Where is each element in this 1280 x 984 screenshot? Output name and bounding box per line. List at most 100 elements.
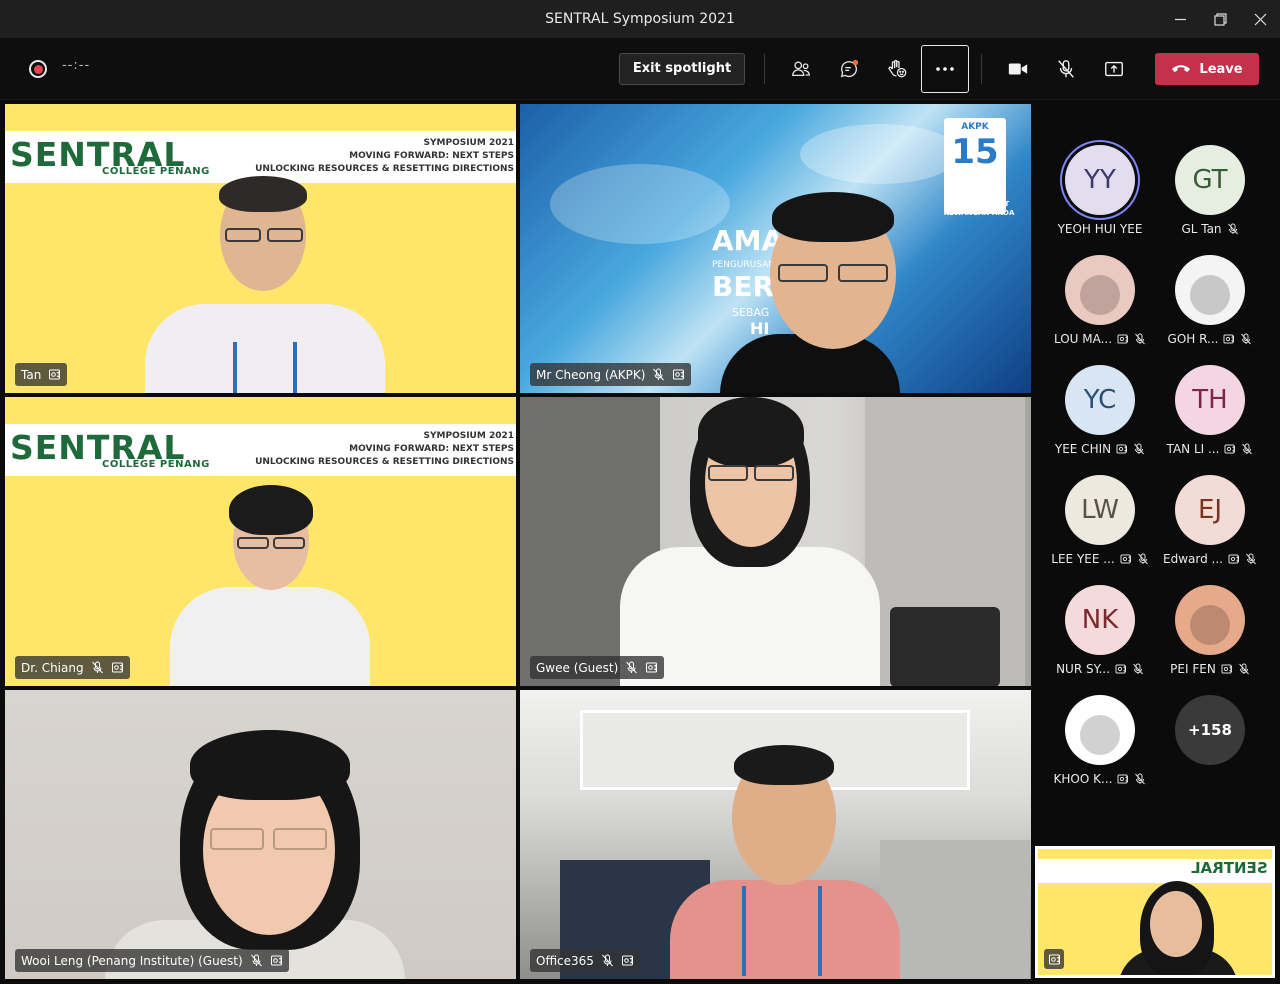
avatar: EJ bbox=[1175, 475, 1245, 545]
roster-participant[interactable]: PEI FEN bbox=[1145, 585, 1255, 695]
chat-icon bbox=[840, 59, 859, 78]
akpk-tagline: AKPK SAHABAT KEWANGAN ANDA bbox=[943, 200, 1015, 217]
background-text: PENGURUSAN bbox=[712, 260, 776, 270]
maximize-button[interactable] bbox=[1200, 0, 1240, 38]
mic-off-icon bbox=[653, 368, 665, 381]
mic-off-icon bbox=[1242, 443, 1253, 455]
more-actions-button[interactable] bbox=[921, 45, 969, 93]
avatar bbox=[1065, 695, 1135, 765]
title-bar: SENTRAL Symposium 2021 bbox=[0, 0, 1280, 38]
video-camera-icon bbox=[1008, 63, 1028, 75]
window-title: SENTRAL Symposium 2021 bbox=[545, 11, 735, 27]
symposium-text: SYMPOSIUM 2021 MOVING FORWARD: NEXT STEPS… bbox=[255, 431, 514, 467]
self-view[interactable]: SENTRAL bbox=[1035, 846, 1275, 978]
video-tile[interactable]: AKPK 15 AKPK SAHABAT KEWANGAN ANDA AMAL P… bbox=[520, 104, 1031, 393]
people-icon bbox=[792, 61, 810, 77]
share-tray-icon bbox=[1105, 61, 1123, 77]
mic-off-icon bbox=[1058, 60, 1074, 78]
participant-name: GL Tan bbox=[1145, 222, 1275, 236]
roster-participant[interactable]: YC YEE CHIN bbox=[1035, 365, 1145, 475]
symposium-text: SYMPOSIUM 2021 MOVING FORWARD: NEXT STEPS… bbox=[255, 138, 514, 174]
video-off-icon bbox=[1116, 444, 1128, 454]
participant-name: Edward ... bbox=[1145, 552, 1275, 566]
video-tile[interactable]: SENTRAL COLLEGE PENANG SYMPOSIUM 2021 MOV… bbox=[5, 397, 516, 686]
share-screen-button[interactable] bbox=[1094, 49, 1134, 89]
participant-name: TAN LI ... bbox=[1145, 442, 1275, 456]
meeting-timer: --:-- bbox=[62, 58, 91, 73]
video-off-icon bbox=[1115, 664, 1126, 674]
roster-participant[interactable]: YY YEOH HUI YEE bbox=[1035, 145, 1145, 255]
chat-button[interactable] bbox=[829, 49, 869, 89]
video-tile[interactable]: Wooi Leng (Penang Institute) (Guest) bbox=[5, 690, 516, 979]
video-tile[interactable]: SENTRAL COLLEGE PENANG SYMPOSIUM 2021 MOV… bbox=[5, 104, 516, 393]
minimize-icon bbox=[1174, 18, 1186, 20]
participant-name-tag: Gwee (Guest) bbox=[530, 656, 665, 679]
roster-participant[interactable]: TH TAN LI ... bbox=[1145, 365, 1255, 475]
participant-name-tag: Mr Cheong (AKPK) bbox=[530, 363, 692, 386]
participants-button[interactable] bbox=[781, 49, 821, 89]
mic-off-icon bbox=[1246, 553, 1256, 565]
video-off-icon bbox=[621, 955, 633, 966]
video-off-icon bbox=[1223, 334, 1235, 344]
recording-indicator bbox=[29, 60, 47, 78]
video-off-icon bbox=[1120, 554, 1131, 564]
video-off-icon bbox=[1224, 444, 1236, 454]
avatar: LW bbox=[1065, 475, 1135, 545]
avatar bbox=[1065, 255, 1135, 325]
avatar: YC bbox=[1065, 365, 1135, 435]
roster-participant[interactable]: EJ Edward ... bbox=[1145, 475, 1256, 585]
participant-name-tag: Tan bbox=[15, 363, 68, 386]
camera-button[interactable] bbox=[998, 49, 1038, 89]
close-button[interactable] bbox=[1240, 0, 1280, 38]
mic-off-icon bbox=[91, 661, 103, 674]
self-video-off-badge bbox=[1044, 949, 1064, 969]
mic-off-icon bbox=[626, 661, 638, 674]
roster-participant[interactable]: KHOO K... bbox=[1035, 695, 1146, 805]
more-icon bbox=[936, 67, 954, 71]
avatar: YY bbox=[1065, 145, 1135, 215]
participant-name: GOH R... bbox=[1145, 332, 1275, 346]
college-label: COLLEGE PENANG bbox=[102, 166, 210, 177]
video-off-icon bbox=[49, 369, 61, 380]
roster-participant[interactable]: GOH R... bbox=[1145, 255, 1255, 365]
roster-participant[interactable]: LOU MA... bbox=[1035, 255, 1145, 365]
reactions-button[interactable] bbox=[877, 49, 917, 89]
leave-label: Leave bbox=[1199, 61, 1243, 77]
video-off-icon bbox=[1221, 664, 1232, 674]
video-off-icon bbox=[1048, 954, 1060, 964]
participant-name: PEI FEN bbox=[1145, 662, 1275, 676]
college-label: COLLEGE PENANG bbox=[102, 459, 210, 470]
video-off-icon bbox=[1117, 334, 1129, 344]
participant-gallery: YY YEOH HUI YEE GT GL Tan LOU MA... GOH R... Y… bbox=[1035, 100, 1280, 845]
mute-button[interactable] bbox=[1046, 49, 1086, 89]
avatar: +158 bbox=[1175, 695, 1245, 765]
close-icon bbox=[1254, 13, 1266, 25]
mic-off-icon bbox=[250, 954, 262, 967]
phone-hangup-icon bbox=[1172, 65, 1191, 72]
roster-participant[interactable]: NK NUR SY... bbox=[1035, 585, 1145, 695]
video-tile[interactable]: Office365 bbox=[520, 690, 1031, 979]
mic-off-icon bbox=[602, 954, 613, 967]
meeting-toolbar: --:-- Exit spotlight Leave bbox=[0, 38, 1280, 100]
video-tile[interactable]: Gwee (Guest) bbox=[520, 397, 1031, 686]
more-participants-button[interactable]: +158 bbox=[1145, 695, 1255, 805]
mic-off-icon bbox=[1133, 663, 1143, 675]
participant-name-tag: Office365 bbox=[530, 949, 640, 972]
mirrored-banner: SENTRAL bbox=[1038, 859, 1272, 883]
video-off-icon bbox=[673, 369, 685, 380]
leave-button[interactable]: Leave bbox=[1155, 53, 1259, 85]
restore-icon bbox=[1213, 12, 1227, 26]
video-off-icon bbox=[111, 662, 123, 673]
participant-name-tag: Dr. Chiang bbox=[15, 656, 130, 679]
minimize-button[interactable] bbox=[1160, 0, 1200, 38]
exit-spotlight-button[interactable]: Exit spotlight bbox=[619, 53, 745, 85]
video-off-icon bbox=[1228, 554, 1239, 564]
participant-name-tag: Wooi Leng (Penang Institute) (Guest) bbox=[15, 949, 289, 972]
video-off-icon bbox=[646, 662, 658, 673]
video-off-icon bbox=[270, 955, 282, 966]
roster-participant[interactable]: LW LEE YEE ... bbox=[1035, 475, 1148, 585]
mic-off-icon bbox=[1134, 443, 1144, 455]
background-text: SEBAG bbox=[732, 306, 770, 319]
roster-participant[interactable]: GT GL Tan bbox=[1145, 145, 1255, 255]
video-off-icon bbox=[1117, 774, 1129, 784]
